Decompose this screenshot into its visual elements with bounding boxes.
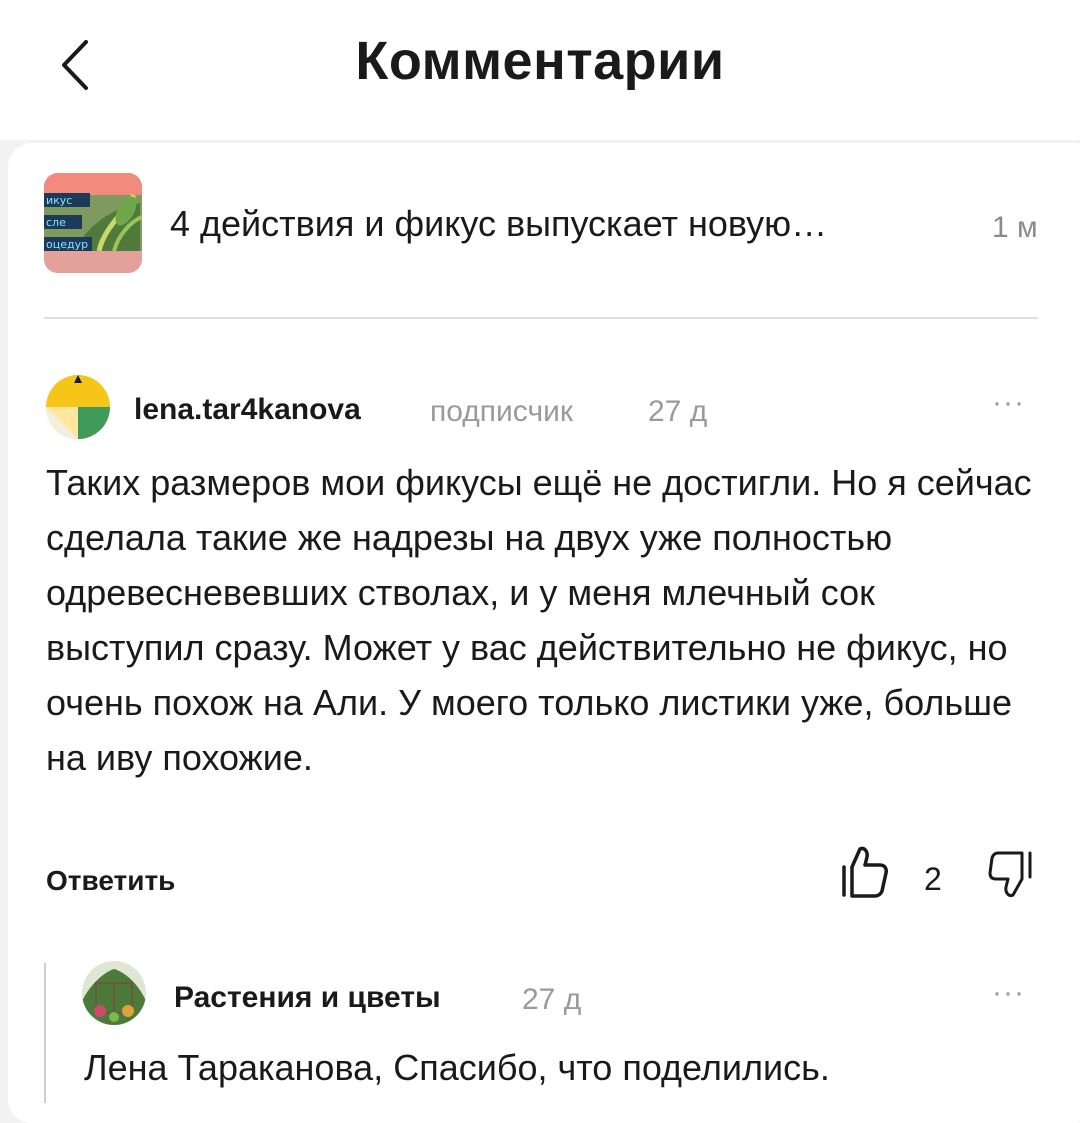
thumb-text-1: икус: [46, 194, 72, 207]
like-button[interactable]: [838, 843, 890, 899]
reply-avatar[interactable]: [82, 961, 146, 1025]
top-bar: Комментарии: [0, 0, 1080, 140]
reply-text: Лена Тараканова, Спасибо, что поделились…: [84, 1047, 830, 1088]
comments-card: икус сле оцедур 4 действия и фикус выпус…: [8, 143, 1080, 1123]
article-thumbnail: икус сле оцедур: [44, 173, 142, 273]
article-preview[interactable]: икус сле оцедур 4 действия и фикус выпус…: [44, 173, 1044, 277]
dislike-button[interactable]: [988, 849, 1036, 901]
thumb-up-icon: [842, 846, 888, 898]
reply-thread-line: [44, 963, 46, 1103]
reply-time: 27 д: [522, 983, 582, 1016]
thumb-text-3: оцедур: [46, 238, 88, 251]
comment-text: Таких размеров мои фикусы ещё не достигл…: [46, 462, 1032, 778]
comment-time: 27 д: [648, 395, 708, 428]
thumb-down-icon: [988, 851, 1032, 897]
reply-button[interactable]: Ответить: [46, 865, 175, 897]
more-options-button[interactable]: ···: [992, 388, 1025, 418]
divider: [44, 317, 1038, 319]
avatar[interactable]: [46, 375, 110, 439]
author-role: подписчик: [430, 395, 573, 428]
thumb-text-2: сле: [46, 216, 66, 229]
page-title: Комментарии: [355, 31, 725, 91]
like-count: 2: [924, 861, 942, 897]
reply-author[interactable]: Растения и цветы: [174, 981, 441, 1015]
article-title: 4 действия и фикус выпускает новую…: [170, 203, 828, 244]
article-time: 1 м: [992, 211, 1038, 244]
comment-author[interactable]: lena.tar4kanova: [134, 393, 361, 427]
reply-more-options-button[interactable]: ···: [992, 978, 1025, 1008]
